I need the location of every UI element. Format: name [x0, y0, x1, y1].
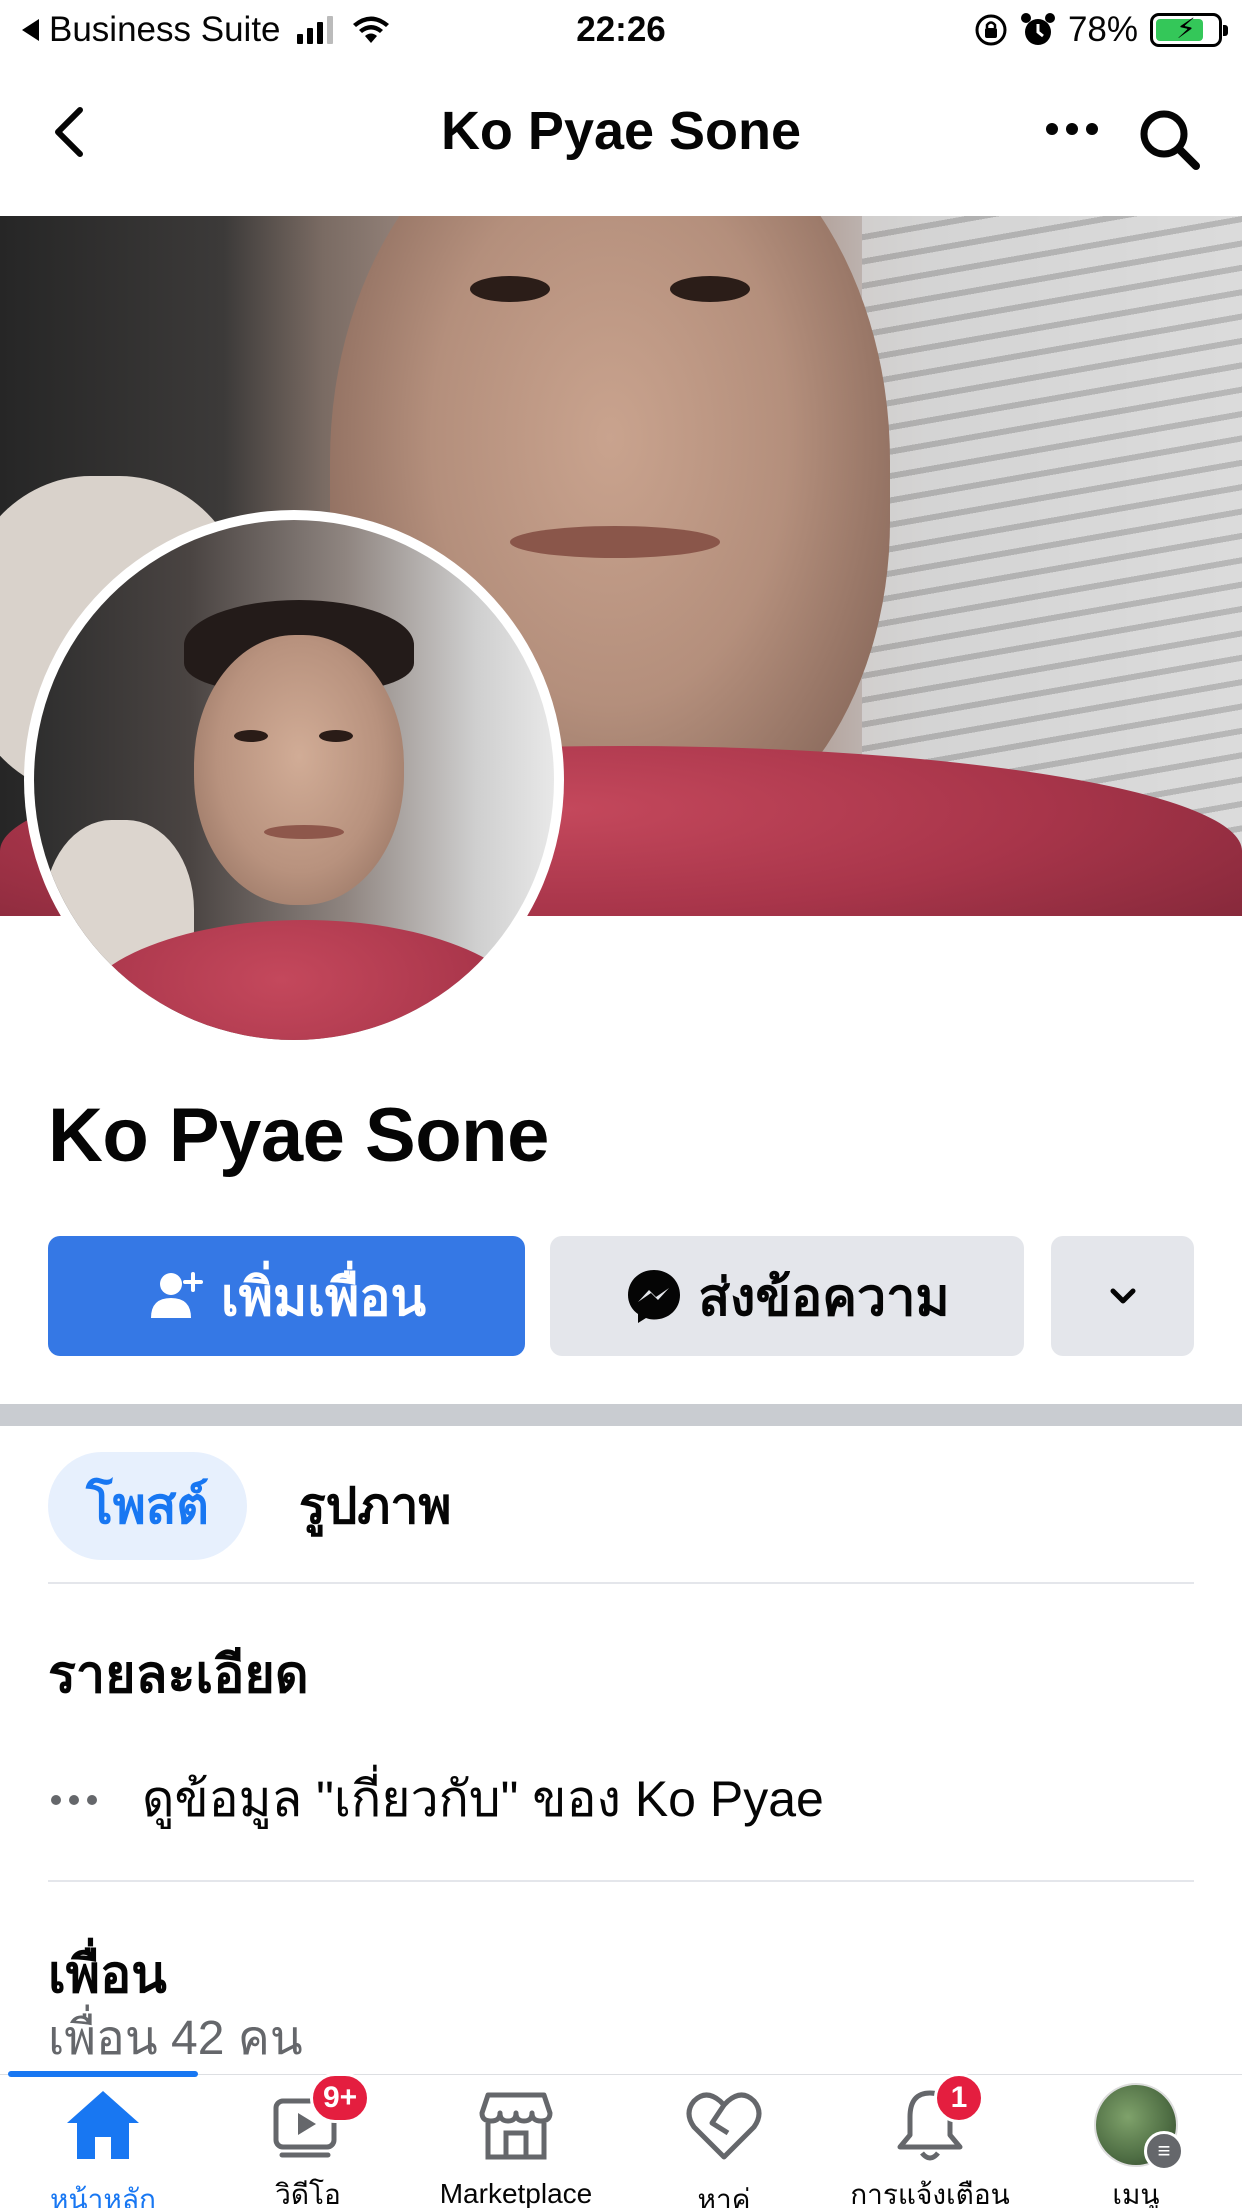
alarm-icon	[1020, 13, 1055, 45]
profile-avatar[interactable]	[24, 510, 564, 1050]
battery-icon: ⚡	[1150, 13, 1228, 47]
status-right: 78% ⚡	[974, 10, 1228, 50]
tabs-divider	[48, 1582, 1194, 1584]
friends-count: เพื่อน 42 คน	[48, 2012, 303, 2065]
home-icon	[67, 2091, 139, 2159]
tabbar-marketplace-label: Marketplace	[439, 2178, 593, 2208]
marketplace-icon	[479, 2092, 553, 2160]
add-friend-label: เพิ่มเพื่อน	[220, 1268, 427, 1327]
tabbar-notifications-label: การแจ้งเตือน	[850, 2179, 1010, 2208]
battery-percent: 78%	[1067, 10, 1138, 49]
messenger-icon	[628, 1270, 681, 1323]
menu-avatar: ≡	[1094, 2083, 1184, 2171]
rotation-lock-icon	[975, 14, 1007, 46]
menu-lines-icon: ≡	[1144, 2131, 1184, 2171]
profile-tabs: โพสต์ รูปภาพ	[48, 1452, 459, 1560]
video-badge: 9+	[310, 2073, 371, 2123]
message-label: ส่งข้อความ	[698, 1268, 950, 1327]
status-bar: Business Suite 22:26 78% ⚡	[0, 0, 1242, 62]
details-title: รายละเอียด	[48, 1646, 309, 1704]
tabbar-notifications[interactable]: 1 การแจ้งเตือน	[830, 2073, 1030, 2208]
message-button[interactable]: ส่งข้อความ	[550, 1236, 1024, 1356]
tab-photos[interactable]: รูปภาพ	[291, 1452, 460, 1560]
tabbar-menu[interactable]: ≡ เมนู	[1036, 2083, 1236, 2208]
nav-bar: Ko Pyae Sone	[0, 62, 1242, 216]
profile-actions: เพิ่มเพื่อน ส่งข้อความ	[48, 1236, 1194, 1356]
tabbar-marketplace[interactable]: Marketplace	[416, 2083, 616, 2208]
tabbar-video[interactable]: 9+ วิดีโอ	[208, 2073, 408, 2208]
add-friend-icon	[150, 1272, 203, 1318]
tab-posts[interactable]: โพสต์	[48, 1452, 247, 1560]
tabbar-home-label: หน้าหลัก	[50, 2184, 156, 2208]
tabbar-dating-label: หาคู่	[697, 2184, 751, 2208]
more-actions-button[interactable]	[1051, 1236, 1194, 1356]
tabbar-menu-label: เมนู	[1112, 2179, 1160, 2208]
notifications-badge: 1	[934, 2073, 984, 2123]
active-tab-indicator	[8, 2071, 198, 2077]
tabbar-dating[interactable]: หาคู่	[624, 2083, 824, 2208]
more-options-icon[interactable]	[1042, 104, 1102, 154]
dating-icon	[686, 2092, 762, 2160]
chevron-down-icon	[1110, 1288, 1135, 1304]
add-friend-button[interactable]: เพิ่มเพื่อน	[48, 1236, 525, 1356]
profile-name: Ko Pyae Sone	[48, 1093, 549, 1178]
about-info-row[interactable]: ดูข้อมูล "เกี่ยวกับ" ของ Ko Pyae	[48, 1760, 824, 1839]
tabbar-home[interactable]: หน้าหลัก	[3, 2083, 203, 2208]
tabbar-video-label: วิดีโอ	[275, 2179, 341, 2208]
more-dots-icon	[51, 1794, 97, 1805]
bottom-tab-bar: หน้าหลัก 9+ วิดีโอ Marketplace หาคู่ 1 ก…	[0, 2071, 1242, 2208]
about-info-text: ดูข้อมูล "เกี่ยวกับ" ของ Ko Pyae	[142, 1771, 824, 1827]
details-divider	[48, 1880, 1194, 1882]
section-divider	[0, 1404, 1242, 1426]
search-icon[interactable]	[1136, 106, 1204, 174]
